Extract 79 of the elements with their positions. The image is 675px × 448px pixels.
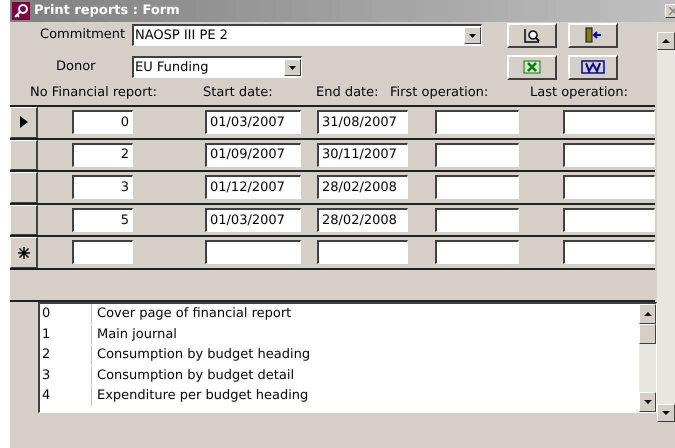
table-cell[interactable] — [317, 240, 408, 264]
table-cell[interactable]: 5 — [72, 208, 133, 232]
report-code: 3 — [40, 366, 92, 386]
report-list[interactable]: 0 Cover page of financial report 1 Main journal 2 Consumption by budget heading 3 Consumption by budget detail 4 Expenditure per budget heading — [38, 302, 657, 413]
close-icon — [669, 7, 675, 15]
excel-export-button[interactable] — [507, 54, 557, 80]
record-selector[interactable] — [10, 204, 38, 236]
table-cell[interactable]: 30/11/2007 — [317, 142, 408, 167]
table-cell[interactable] — [435, 208, 519, 232]
key-icon — [12, 2, 30, 20]
table-cell[interactable] — [563, 142, 655, 167]
table-cell[interactable]: 01/03/2007 — [205, 110, 301, 134]
up-arrow-icon — [662, 39, 670, 43]
magnifier-icon — [523, 27, 541, 43]
report-name: Main journal — [96, 326, 177, 344]
column-header: No Financial report: — [30, 84, 157, 102]
column-header: Start date: — [203, 84, 273, 102]
new-record-icon — [18, 246, 30, 259]
table-cell[interactable] — [72, 240, 133, 264]
report-code: 0 — [40, 304, 92, 324]
table-cell[interactable]: 01/12/2007 — [205, 175, 301, 200]
table-cell[interactable] — [205, 240, 301, 264]
caret-icon — [469, 34, 476, 38]
table-cell[interactable] — [435, 142, 519, 167]
table-cell[interactable] — [435, 240, 519, 264]
table-cell[interactable] — [435, 110, 519, 134]
report-name: Expenditure per budget heading — [96, 387, 308, 406]
column-header: Last operation: — [530, 84, 628, 102]
down-arrow-icon — [644, 400, 652, 404]
table-cell[interactable]: 28/02/2008 — [317, 208, 408, 232]
report-name: Cover page of financial report — [96, 305, 292, 324]
scroll-thumb[interactable] — [639, 324, 656, 344]
donor-combo[interactable]: EU Funding — [132, 56, 302, 78]
column-header: End date: — [316, 84, 379, 102]
up-arrow-icon — [644, 312, 652, 316]
record-selector[interactable] — [10, 172, 38, 203]
table-cell[interactable] — [435, 175, 519, 200]
report-list-item[interactable]: 0 Cover page of financial report — [40, 304, 639, 324]
down-arrow-icon — [662, 411, 670, 415]
table-cell[interactable]: 31/08/2007 — [317, 110, 408, 134]
record-selector[interactable] — [10, 237, 38, 268]
report-list-item[interactable]: 3 Consumption by budget detail — [40, 365, 639, 386]
report-code: 4 — [40, 386, 92, 406]
table-cell[interactable] — [563, 208, 655, 232]
table-cell[interactable]: 2 — [72, 142, 133, 167]
table-cell[interactable] — [563, 110, 655, 134]
dropdown-button[interactable] — [464, 27, 481, 44]
record-selector[interactable] — [10, 107, 38, 138]
report-name: Consumption by budget heading — [96, 346, 310, 364]
document-icon — [581, 60, 605, 74]
word-export-button[interactable] — [568, 54, 618, 80]
table-cell[interactable]: 01/09/2007 — [205, 142, 301, 167]
table-cell[interactable]: 28/02/2008 — [317, 175, 408, 200]
column-header: First operation: — [390, 84, 488, 102]
table-cell[interactable]: 3 — [72, 175, 133, 200]
caret-icon — [289, 66, 296, 70]
report-list-item[interactable]: 4 Expenditure per budget heading — [40, 386, 639, 406]
window-title: Print reports : Form — [34, 2, 180, 20]
field-label: Donor — [56, 58, 97, 76]
table-cell[interactable]: 0 — [72, 110, 133, 134]
table-cell[interactable]: 01/03/2007 — [205, 208, 301, 232]
scrollbar[interactable] — [639, 304, 656, 412]
commitment-combo[interactable]: NAOSP III PE 2 — [132, 24, 482, 46]
dropdown-button[interactable] — [284, 59, 301, 76]
record-selector[interactable] — [10, 140, 38, 170]
field-label: Commitment — [40, 26, 126, 44]
table-cell[interactable] — [563, 175, 655, 200]
form-scrollbar[interactable] — [657, 32, 675, 422]
report-code: 1 — [40, 324, 92, 344]
door-icon — [584, 27, 602, 43]
report-list-item[interactable]: 1 Main journal — [40, 324, 639, 345]
spreadsheet-icon — [523, 60, 541, 74]
exit-button[interactable] — [568, 22, 618, 48]
print-preview-button[interactable] — [507, 22, 557, 48]
report-list-item[interactable]: 2 Consumption by budget heading — [40, 344, 639, 366]
report-code: 2 — [40, 345, 92, 365]
report-name: Consumption by budget detail — [96, 366, 294, 385]
current-record-icon — [20, 116, 28, 128]
table-cell[interactable] — [563, 240, 655, 264]
